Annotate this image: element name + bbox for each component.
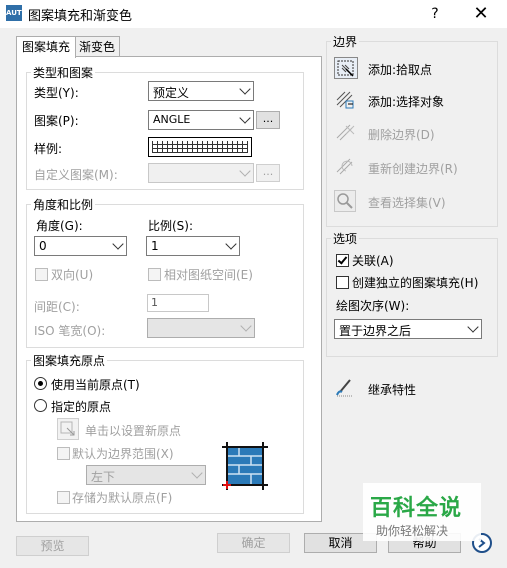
ok-button[interactable]: 确定: [217, 533, 290, 553]
tab-hatch[interactable]: 图案填充: [16, 36, 76, 58]
add-select-objects-button[interactable]: [334, 89, 356, 111]
draw-order-label: 绘图次序(W):: [336, 299, 410, 313]
iso-pen-select[interactable]: [147, 318, 255, 338]
iso-pen-label: ISO 笔宽(O):: [34, 324, 106, 338]
select-objects-icon: [336, 91, 354, 109]
preview-button[interactable]: 预览: [16, 536, 89, 556]
window-title: 图案填充和渐变色: [28, 9, 133, 24]
double-label: 双向(U): [51, 268, 94, 282]
boundary-legend: 边界: [333, 35, 358, 49]
pattern-swatch[interactable]: [148, 137, 252, 157]
app-icon: AUTO: [6, 5, 28, 21]
use-current-origin-label: 使用当前原点(T): [51, 378, 140, 392]
close-button[interactable]: ✕: [463, 2, 499, 26]
origin-legend: 图案填充原点: [33, 354, 106, 368]
origin-preview-icon: [222, 442, 268, 490]
scale-label: 比例(S):: [148, 219, 194, 233]
add-pick-points-button[interactable]: [334, 57, 358, 79]
watermark-title: 百科全说: [370, 496, 463, 521]
custom-pattern-select[interactable]: [148, 163, 254, 183]
spacing-input[interactable]: 1: [147, 294, 209, 312]
remove-boundary-label[interactable]: 删除边界(D): [368, 126, 435, 143]
hatch-preview: [152, 141, 248, 153]
tab-gradient[interactable]: 渐变色: [74, 36, 120, 58]
extent-select[interactable]: 左下: [86, 465, 206, 485]
recreate-boundary-label[interactable]: 重新创建边界(R): [368, 160, 458, 177]
chevron-down-icon: [225, 238, 237, 250]
chevron-down-icon: [467, 321, 479, 333]
chevron-down-icon: [239, 83, 251, 95]
independent-label: 创建独立的图案填充(H): [352, 276, 479, 290]
draw-order-value: 置于边界之后: [339, 324, 412, 338]
scale-value: 1: [151, 239, 159, 253]
custom-pattern-label: 自定义图案(M):: [34, 168, 118, 182]
inherit-label[interactable]: 继承特性: [368, 381, 416, 398]
type-label: 类型(Y):: [34, 86, 79, 100]
chevron-down-icon: [240, 320, 252, 332]
add-pick-points-label[interactable]: 添加:拾取点: [368, 61, 432, 78]
type-select[interactable]: 预定义: [148, 81, 254, 101]
relative-paper-checkbox[interactable]: [148, 268, 161, 281]
store-default-label: 存储为默认原点(F): [72, 491, 173, 505]
pattern-browse-button[interactable]: ...: [256, 111, 280, 129]
help-icon[interactable]: ?: [420, 2, 450, 26]
angle-select[interactable]: 0: [34, 236, 127, 256]
chevron-down-icon: [239, 165, 251, 177]
sample-label: 样例:: [34, 142, 63, 156]
angle-label: 角度(G):: [36, 219, 83, 233]
remove-boundary-icon: [336, 124, 355, 141]
default-extent-label: 默认为边界范围(X): [72, 447, 174, 461]
pattern-label: 图案(P):: [34, 114, 79, 128]
angle-scale-legend: 角度和比例: [33, 198, 94, 212]
add-select-objects-label[interactable]: 添加:选择对象: [368, 93, 444, 110]
chevron-down-icon: [112, 238, 124, 250]
pick-origin-icon: [60, 421, 75, 436]
associative-label: 关联(A): [352, 254, 394, 268]
store-default-checkbox[interactable]: [57, 491, 70, 504]
independent-checkbox[interactable]: [336, 276, 349, 289]
chevron-down-icon: [191, 467, 203, 479]
set-origin-button[interactable]: [57, 418, 79, 440]
double-checkbox[interactable]: [35, 268, 48, 281]
magnifier-icon: [337, 193, 353, 209]
specified-origin-radio[interactable]: [34, 399, 47, 412]
use-current-origin-radio[interactable]: [34, 377, 47, 390]
spacing-label: 间距(C):: [34, 300, 80, 314]
inherit-button[interactable]: [334, 376, 356, 398]
view-selection-button[interactable]: [334, 190, 356, 212]
pick-points-icon: [337, 60, 354, 77]
remove-boundary-button[interactable]: [334, 122, 356, 144]
angle-value: 0: [39, 239, 47, 253]
draw-order-select[interactable]: 置于边界之后: [334, 319, 482, 339]
type-pattern-legend: 类型和图案: [33, 66, 94, 80]
type-value: 预定义: [153, 86, 190, 100]
chevron-down-icon: [239, 112, 251, 124]
view-selection-label[interactable]: 查看选择集(V): [368, 194, 446, 211]
options-legend: 选项: [333, 232, 358, 246]
recreate-boundary-icon: [336, 158, 353, 175]
pattern-value: ANGLE: [153, 113, 191, 126]
relative-paper-label: 相对图纸空间(E): [164, 268, 253, 282]
scale-select[interactable]: 1: [146, 236, 240, 256]
specified-origin-label: 指定的原点: [51, 400, 112, 414]
click-set-origin-label: 单击以设置新原点: [85, 424, 182, 438]
recreate-boundary-button[interactable]: [334, 156, 356, 178]
watermark-subtitle: 助你轻松解决: [376, 524, 449, 538]
extent-value: 左下: [91, 470, 116, 484]
custom-browse-button[interactable]: ...: [256, 164, 280, 182]
associative-checkbox[interactable]: [336, 254, 349, 267]
pattern-select[interactable]: ANGLE: [148, 110, 254, 130]
brush-icon: [336, 379, 353, 397]
spacing-value: 1: [151, 296, 158, 309]
default-extent-checkbox[interactable]: [57, 447, 70, 460]
